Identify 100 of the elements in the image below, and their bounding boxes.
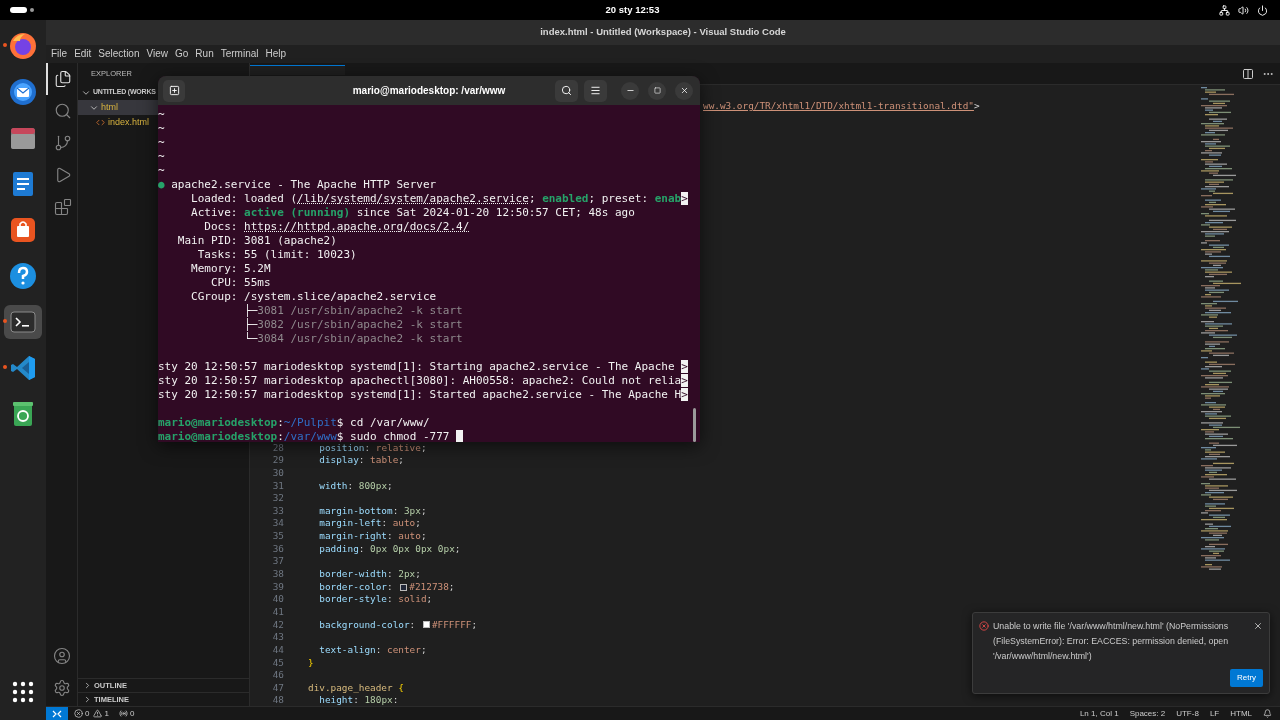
line-number: 28 xyxy=(272,441,284,455)
terminal-line: ~ xyxy=(158,136,165,150)
line-number: 32 xyxy=(271,492,284,505)
line-number: 36 xyxy=(271,542,284,556)
menu-item[interactable]: Edit xyxy=(71,49,95,59)
line-number: 42 xyxy=(271,618,284,632)
terminal-line: Docs: https://httpd.apache.org/docs/2.4/ xyxy=(203,220,470,234)
terminal-line: ├─3081 /usr/sbin/apache2 -k start xyxy=(243,304,463,317)
status-item[interactable]: Spaces: 2 xyxy=(1129,709,1166,718)
line-number: 40 xyxy=(271,593,284,606)
terminal-line: Memory: 5.2M xyxy=(190,262,271,276)
warning-icon xyxy=(93,709,103,718)
code-line: div.page_header { xyxy=(308,681,404,695)
line-number: 31 xyxy=(271,479,284,493)
split-editor-icon[interactable] xyxy=(1242,67,1254,80)
window-title: index.html - Untitled (Workspace) - Visual Studio Code xyxy=(540,25,786,40)
search-icon[interactable] xyxy=(53,102,72,120)
settings-icon[interactable] xyxy=(52,679,71,697)
status-item[interactable]: UTF-8 xyxy=(1176,709,1199,718)
problems-button[interactable]: 0 1 xyxy=(74,709,109,718)
line-number: 45 xyxy=(271,656,284,670)
maximize-button[interactable] xyxy=(648,81,666,100)
line-number: 44 xyxy=(271,643,284,657)
status-item[interactable]: LF xyxy=(1209,709,1220,718)
terminal-line: Main PID: 3081 (apache2) xyxy=(176,234,337,248)
account-icon[interactable] xyxy=(52,647,71,665)
line-number: 48 xyxy=(271,694,284,706)
scrollbar[interactable] xyxy=(693,408,696,442)
line-number: 30 xyxy=(271,466,284,480)
menu-item[interactable]: Go xyxy=(172,49,192,59)
line-number: 34 xyxy=(271,517,284,531)
line-number: 29 xyxy=(271,454,284,467)
code-line: width: 800px; xyxy=(318,479,393,493)
terminal-line: └─3084 /usr/sbin/apache2 -k start xyxy=(243,332,463,346)
terminal-line: ~ xyxy=(158,150,165,164)
line-number: 46 xyxy=(271,669,284,682)
line-number: 39 xyxy=(271,580,284,594)
code-line: #FFFFFF; xyxy=(431,618,478,632)
error-icon xyxy=(74,709,83,718)
menu-button[interactable] xyxy=(584,79,607,102)
close-icon[interactable] xyxy=(1253,621,1263,631)
ports-button[interactable]: 0 xyxy=(118,709,135,718)
code-line: margin-bottom: 3px; xyxy=(318,504,427,518)
status-item[interactable]: Ln 1, Col 1 xyxy=(1079,709,1119,718)
line-number: 33 xyxy=(271,504,284,518)
menu-item[interactable]: Help xyxy=(262,49,290,59)
search-icon xyxy=(561,85,572,96)
power-icon[interactable] xyxy=(1257,4,1268,16)
terminal-line: ~ xyxy=(158,164,165,178)
terminal-line: ├─3082 /usr/sbin/apache2 -k start xyxy=(243,318,463,331)
app-grid-icon[interactable] xyxy=(12,681,34,703)
terminal-line: CPU: 55ms xyxy=(209,276,271,290)
code-line: text-align: center; xyxy=(318,643,427,657)
terminal-line: mario@mariodesktop:~/Pulpit$ cd /var/www/ xyxy=(158,416,430,430)
network-icon[interactable] xyxy=(1219,4,1230,16)
workspace-indicator[interactable] xyxy=(10,7,27,13)
code-line: padding: 0px 0px 0px 0px; xyxy=(318,542,461,556)
code-line: margin-left: auto; xyxy=(318,517,421,531)
folder-row[interactable]: html xyxy=(78,100,158,115)
html-file-icon xyxy=(96,118,105,127)
code-line: display: table; xyxy=(318,454,404,467)
menu-item[interactable]: Run xyxy=(192,49,217,59)
terminal-line: sty 20 12:50:57 mariodesktop systemd[1]: Starting apache2.service - The Apache > xyxy=(158,360,688,374)
menu-item[interactable]: Terminal xyxy=(217,49,262,59)
terminal-line: ● apache2.service - The Apache HTTP Server xyxy=(158,178,437,192)
remote-icon xyxy=(52,709,62,718)
new-tab-button[interactable] xyxy=(163,79,185,102)
file-row[interactable]: index.html xyxy=(78,115,158,130)
editor-tab[interactable] xyxy=(250,65,345,75)
search-button[interactable] xyxy=(555,79,578,102)
new-tab-icon xyxy=(168,85,180,96)
terminal-line: ~ xyxy=(158,122,165,136)
notifications-icon[interactable] xyxy=(1263,709,1272,718)
status-item[interactable]: HTML xyxy=(1230,709,1252,718)
terminal-line: Active: active (running) since Sat 2024-01-20 12:50:57 CET; 48s ago xyxy=(190,206,635,220)
line-number: 47 xyxy=(271,681,284,695)
extensions-icon[interactable] xyxy=(53,198,72,216)
branch-icon[interactable] xyxy=(53,134,72,152)
code-line: border-color: xyxy=(318,580,394,594)
remote-button[interactable] xyxy=(46,707,68,720)
close-button[interactable] xyxy=(675,81,693,100)
close-icon xyxy=(679,86,689,95)
ports-icon xyxy=(118,709,128,718)
menu-item[interactable]: File xyxy=(48,49,71,59)
files-icon[interactable] xyxy=(53,70,72,88)
clock[interactable]: 20 sty 12:53 xyxy=(605,2,660,18)
retry-button[interactable]: Retry xyxy=(1230,669,1263,687)
menu-item[interactable]: View xyxy=(143,49,171,59)
line-number: 41 xyxy=(271,605,284,619)
menu-item[interactable]: Selection xyxy=(95,49,143,59)
error-icon xyxy=(979,621,989,631)
code-line: } xyxy=(308,656,314,670)
code-line: border-width: 2px; xyxy=(318,568,421,581)
line-number: 35 xyxy=(271,530,284,543)
volume-icon[interactable] xyxy=(1238,4,1249,16)
notification-message: Unable to write file '/var/www/html/new.html' (NoPermissions (FileSystemError): Error: EACCES: permission denied, open '/var/www/html/new.html') xyxy=(993,620,1230,663)
menu-icon xyxy=(590,85,601,96)
code-line: #212738; xyxy=(409,580,455,594)
code-line: background-color: xyxy=(318,618,417,632)
terminal-line: CGroup: /system.slice/apache2.service xyxy=(190,290,437,304)
